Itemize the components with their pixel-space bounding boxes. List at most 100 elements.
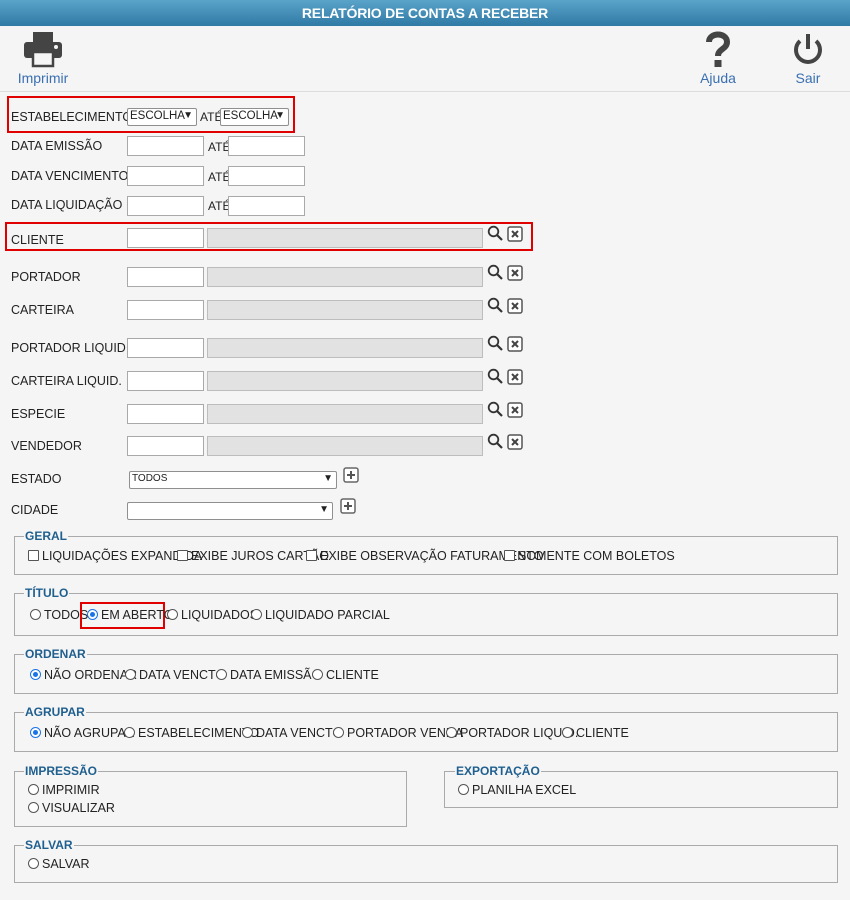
exit-label: Sair <box>795 70 821 86</box>
search-icon[interactable] <box>487 433 503 449</box>
print-button[interactable]: Imprimir <box>12 30 74 86</box>
clear-icon[interactable] <box>507 336 523 352</box>
impressao-option-visualizar[interactable]: VISUALIZAR <box>28 801 115 815</box>
radio[interactable] <box>28 784 39 795</box>
especie-label: ESPECIE <box>11 407 66 421</box>
impressao-option-imprimir[interactable]: IMPRIMIR <box>28 783 100 797</box>
especie-code-input[interactable] <box>127 404 204 424</box>
search-icon[interactable] <box>487 335 503 351</box>
search-icon[interactable] <box>487 297 503 313</box>
checkbox[interactable] <box>177 550 188 561</box>
add-estado-icon[interactable] <box>343 467 359 483</box>
clear-icon[interactable] <box>507 434 523 450</box>
agrupar-option-2[interactable]: DATA VENCTO <box>242 726 342 740</box>
vendedor-code-input[interactable] <box>127 436 204 456</box>
estado-value: TODOS <box>132 473 168 484</box>
geral-legend: GERAL <box>24 529 68 543</box>
help-button[interactable]: Ajuda <box>696 30 740 86</box>
agrupar-option-4[interactable]: PORTADOR LIQUID. <box>446 726 578 740</box>
ordenar-option-3[interactable]: CLIENTE <box>312 668 379 682</box>
data-vencimento-to-input[interactable] <box>228 166 305 186</box>
radio[interactable] <box>30 609 41 620</box>
radio[interactable] <box>251 609 262 620</box>
titulo-option-liquidado-parcial[interactable]: LIQUIDADO PARCIAL <box>251 608 390 622</box>
carteira-description-field <box>207 300 483 320</box>
search-icon[interactable] <box>487 264 503 280</box>
carteira-code-input[interactable] <box>127 300 204 320</box>
toolbar-divider <box>0 91 850 92</box>
data-emissao-from-input[interactable] <box>127 136 204 156</box>
salvar-option[interactable]: SALVAR <box>28 857 89 871</box>
portador-liquid-description-field <box>207 338 483 358</box>
clear-icon[interactable] <box>507 265 523 281</box>
portador-liquid-code-input[interactable] <box>127 338 204 358</box>
radio[interactable] <box>446 727 457 738</box>
data-emissao-to-input[interactable] <box>228 136 305 156</box>
agrupar-option-0[interactable]: NÃO AGRUPAR <box>30 726 135 740</box>
agrupar-option-1[interactable]: ESTABELECIMENTO <box>124 726 259 740</box>
ordenar-option-0[interactable]: NÃO ORDENAR <box>30 668 137 682</box>
carteira-liquid-code-input[interactable] <box>127 371 204 391</box>
titulo-option-liquidados[interactable]: LIQUIDADOS <box>167 608 258 622</box>
option-label: NÃO ORDENAR <box>44 668 138 682</box>
option-label: LIQUIDADOS <box>181 608 259 622</box>
clear-icon[interactable] <box>507 226 523 242</box>
radio-selected[interactable] <box>87 609 98 620</box>
clear-icon[interactable] <box>507 298 523 314</box>
exportacao-option-planilha[interactable]: PLANILHA EXCEL <box>458 783 576 797</box>
geral-option-3[interactable]: SOMENTE COM BOLETOS <box>504 549 675 563</box>
agrupar-option-3[interactable]: PORTADOR VENDA <box>333 726 463 740</box>
search-icon[interactable] <box>487 401 503 417</box>
chevron-down-icon: ▼ <box>319 504 329 515</box>
ordenar-option-2[interactable]: DATA EMISSÃO <box>216 668 321 682</box>
estabelecimento-to-select[interactable]: ESCOLHA ▼ <box>220 108 289 126</box>
radio[interactable] <box>125 669 136 680</box>
radio[interactable] <box>333 727 344 738</box>
titulo-legend: TÍTULO <box>24 586 70 600</box>
cliente-code-input[interactable] <box>127 228 204 248</box>
radio[interactable] <box>562 727 573 738</box>
carteira-liquid-label: CARTEIRA LIQUID. <box>11 374 122 388</box>
radio[interactable] <box>28 802 39 813</box>
portador-description-field <box>207 267 483 287</box>
option-label: VISUALIZAR <box>42 801 115 815</box>
radio[interactable] <box>312 669 323 680</box>
data-liquidacao-from-input[interactable] <box>127 196 204 216</box>
radio[interactable] <box>167 609 178 620</box>
radio[interactable] <box>124 727 135 738</box>
search-icon[interactable] <box>487 225 503 241</box>
cliente-description-field <box>207 228 483 248</box>
clear-icon[interactable] <box>507 369 523 385</box>
estabelecimento-to-value: ESCOLHA <box>223 110 278 122</box>
radio[interactable] <box>216 669 227 680</box>
add-cidade-icon[interactable] <box>340 498 356 514</box>
portador-code-input[interactable] <box>127 267 204 287</box>
exit-button[interactable]: Sair <box>788 30 828 86</box>
clear-icon[interactable] <box>507 402 523 418</box>
search-icon[interactable] <box>487 368 503 384</box>
radio-selected[interactable] <box>30 669 41 680</box>
ordenar-option-1[interactable]: DATA VENCTO <box>125 668 225 682</box>
checkbox[interactable] <box>504 550 515 561</box>
option-label: SOMENTE COM BOLETOS <box>518 549 675 563</box>
radio[interactable] <box>458 784 469 795</box>
data-vencimento-from-input[interactable] <box>127 166 204 186</box>
agrupar-option-5[interactable]: CLIENTE <box>562 726 629 740</box>
data-liquidacao-to-input[interactable] <box>228 196 305 216</box>
option-label: DATA EMISSÃO <box>230 668 322 682</box>
radio-selected[interactable] <box>30 727 41 738</box>
chevron-down-icon: ▼ <box>323 473 333 484</box>
estabelecimento-from-select[interactable]: ESCOLHA ▼ <box>127 108 197 126</box>
checkbox[interactable] <box>28 550 39 561</box>
radio[interactable] <box>28 858 39 869</box>
checkbox[interactable] <box>306 550 317 561</box>
titulo-option-em-aberto[interactable]: EM ABERTO <box>87 608 173 622</box>
option-label: SALVAR <box>42 857 90 871</box>
data-emissao-label: DATA EMISSÃO <box>11 139 103 153</box>
estado-select[interactable]: TODOS ▼ <box>129 471 337 489</box>
cidade-select[interactable]: ▼ <box>127 502 333 520</box>
chevron-down-icon: ▼ <box>275 110 285 121</box>
estabelecimento-label: ESTABELECIMENTO <box>11 110 133 124</box>
radio[interactable] <box>242 727 253 738</box>
ordenar-legend: ORDENAR <box>24 647 87 661</box>
